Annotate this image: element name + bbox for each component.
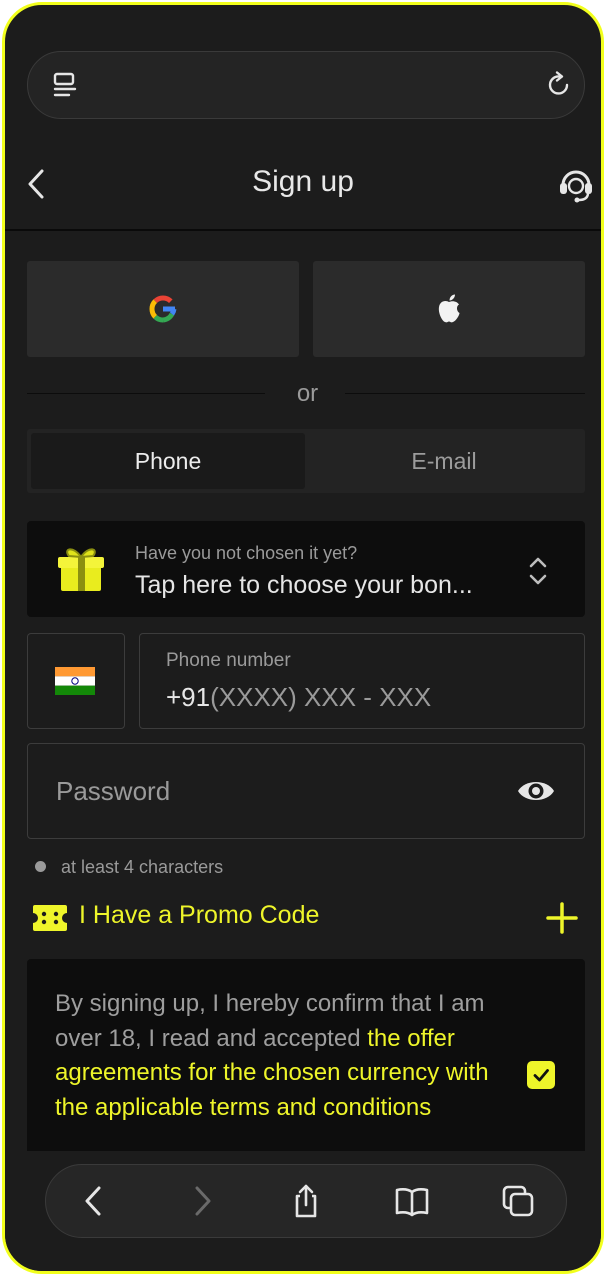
terms-checkbox[interactable] bbox=[527, 1061, 555, 1089]
apple-icon bbox=[438, 294, 460, 323]
ticket-icon[interactable] bbox=[31, 903, 69, 933]
password-field[interactable]: Password bbox=[27, 743, 585, 839]
phone-number-label: Phone number bbox=[166, 650, 291, 671]
plus-icon[interactable] bbox=[545, 901, 579, 935]
tabs-icon[interactable] bbox=[500, 1183, 536, 1219]
bookmarks-icon[interactable] bbox=[394, 1183, 430, 1219]
google-signup-button[interactable] bbox=[27, 261, 299, 357]
bonus-main-text: Tap here to choose your bon... bbox=[135, 571, 473, 599]
support-headset-icon[interactable] bbox=[555, 163, 597, 205]
checkmark-icon bbox=[533, 1069, 549, 1082]
page-header: Sign up bbox=[5, 145, 601, 231]
reader-mode-icon[interactable] bbox=[50, 70, 80, 100]
phone-prefix: +91 bbox=[166, 682, 211, 712]
signup-method-tabs: Phone E-mail bbox=[27, 429, 585, 493]
password-placeholder: Password bbox=[56, 776, 171, 806]
browser-back-icon[interactable] bbox=[76, 1183, 112, 1219]
password-hint: at least 4 characters bbox=[61, 857, 224, 877]
apple-signup-button[interactable] bbox=[313, 261, 585, 357]
hint-bullet bbox=[35, 861, 46, 872]
reload-icon[interactable] bbox=[544, 70, 574, 100]
bonus-selector[interactable]: Have you not chosen it yet? Tap here to … bbox=[27, 521, 585, 617]
tab-phone[interactable]: Phone bbox=[31, 433, 305, 489]
eye-icon[interactable] bbox=[516, 774, 556, 808]
browser-url-bar[interactable] bbox=[27, 51, 585, 119]
browser-toolbar bbox=[45, 1164, 567, 1238]
chevron-updown-icon bbox=[529, 557, 547, 585]
phone-placeholder: (XXXX) XXX - XXX bbox=[210, 682, 432, 712]
promo-code-toggle[interactable]: I Have a Promo Code bbox=[79, 901, 319, 930]
phone-number-field[interactable]: Phone number +91(XXXX) XXX - XXX bbox=[139, 633, 585, 729]
tab-email[interactable]: E-mail bbox=[307, 433, 581, 489]
phone-frame: Sign up or Phone E-mail Have you not cho… bbox=[2, 2, 604, 1274]
browser-forward-icon[interactable] bbox=[184, 1183, 220, 1219]
divider-line-right bbox=[345, 393, 585, 394]
terms-text: By signing up, I hereby confirm that I a… bbox=[55, 987, 515, 1125]
country-code-selector[interactable] bbox=[27, 633, 125, 729]
or-divider-label: or bbox=[296, 380, 319, 407]
page-title: Sign up bbox=[252, 165, 354, 198]
india-flag-icon bbox=[55, 667, 95, 695]
gift-box-icon bbox=[58, 548, 104, 591]
terms-agreement: By signing up, I hereby confirm that I a… bbox=[27, 959, 585, 1159]
share-icon[interactable] bbox=[288, 1183, 324, 1219]
bonus-subtitle: Have you not chosen it yet? bbox=[135, 543, 358, 563]
google-icon bbox=[149, 295, 177, 323]
